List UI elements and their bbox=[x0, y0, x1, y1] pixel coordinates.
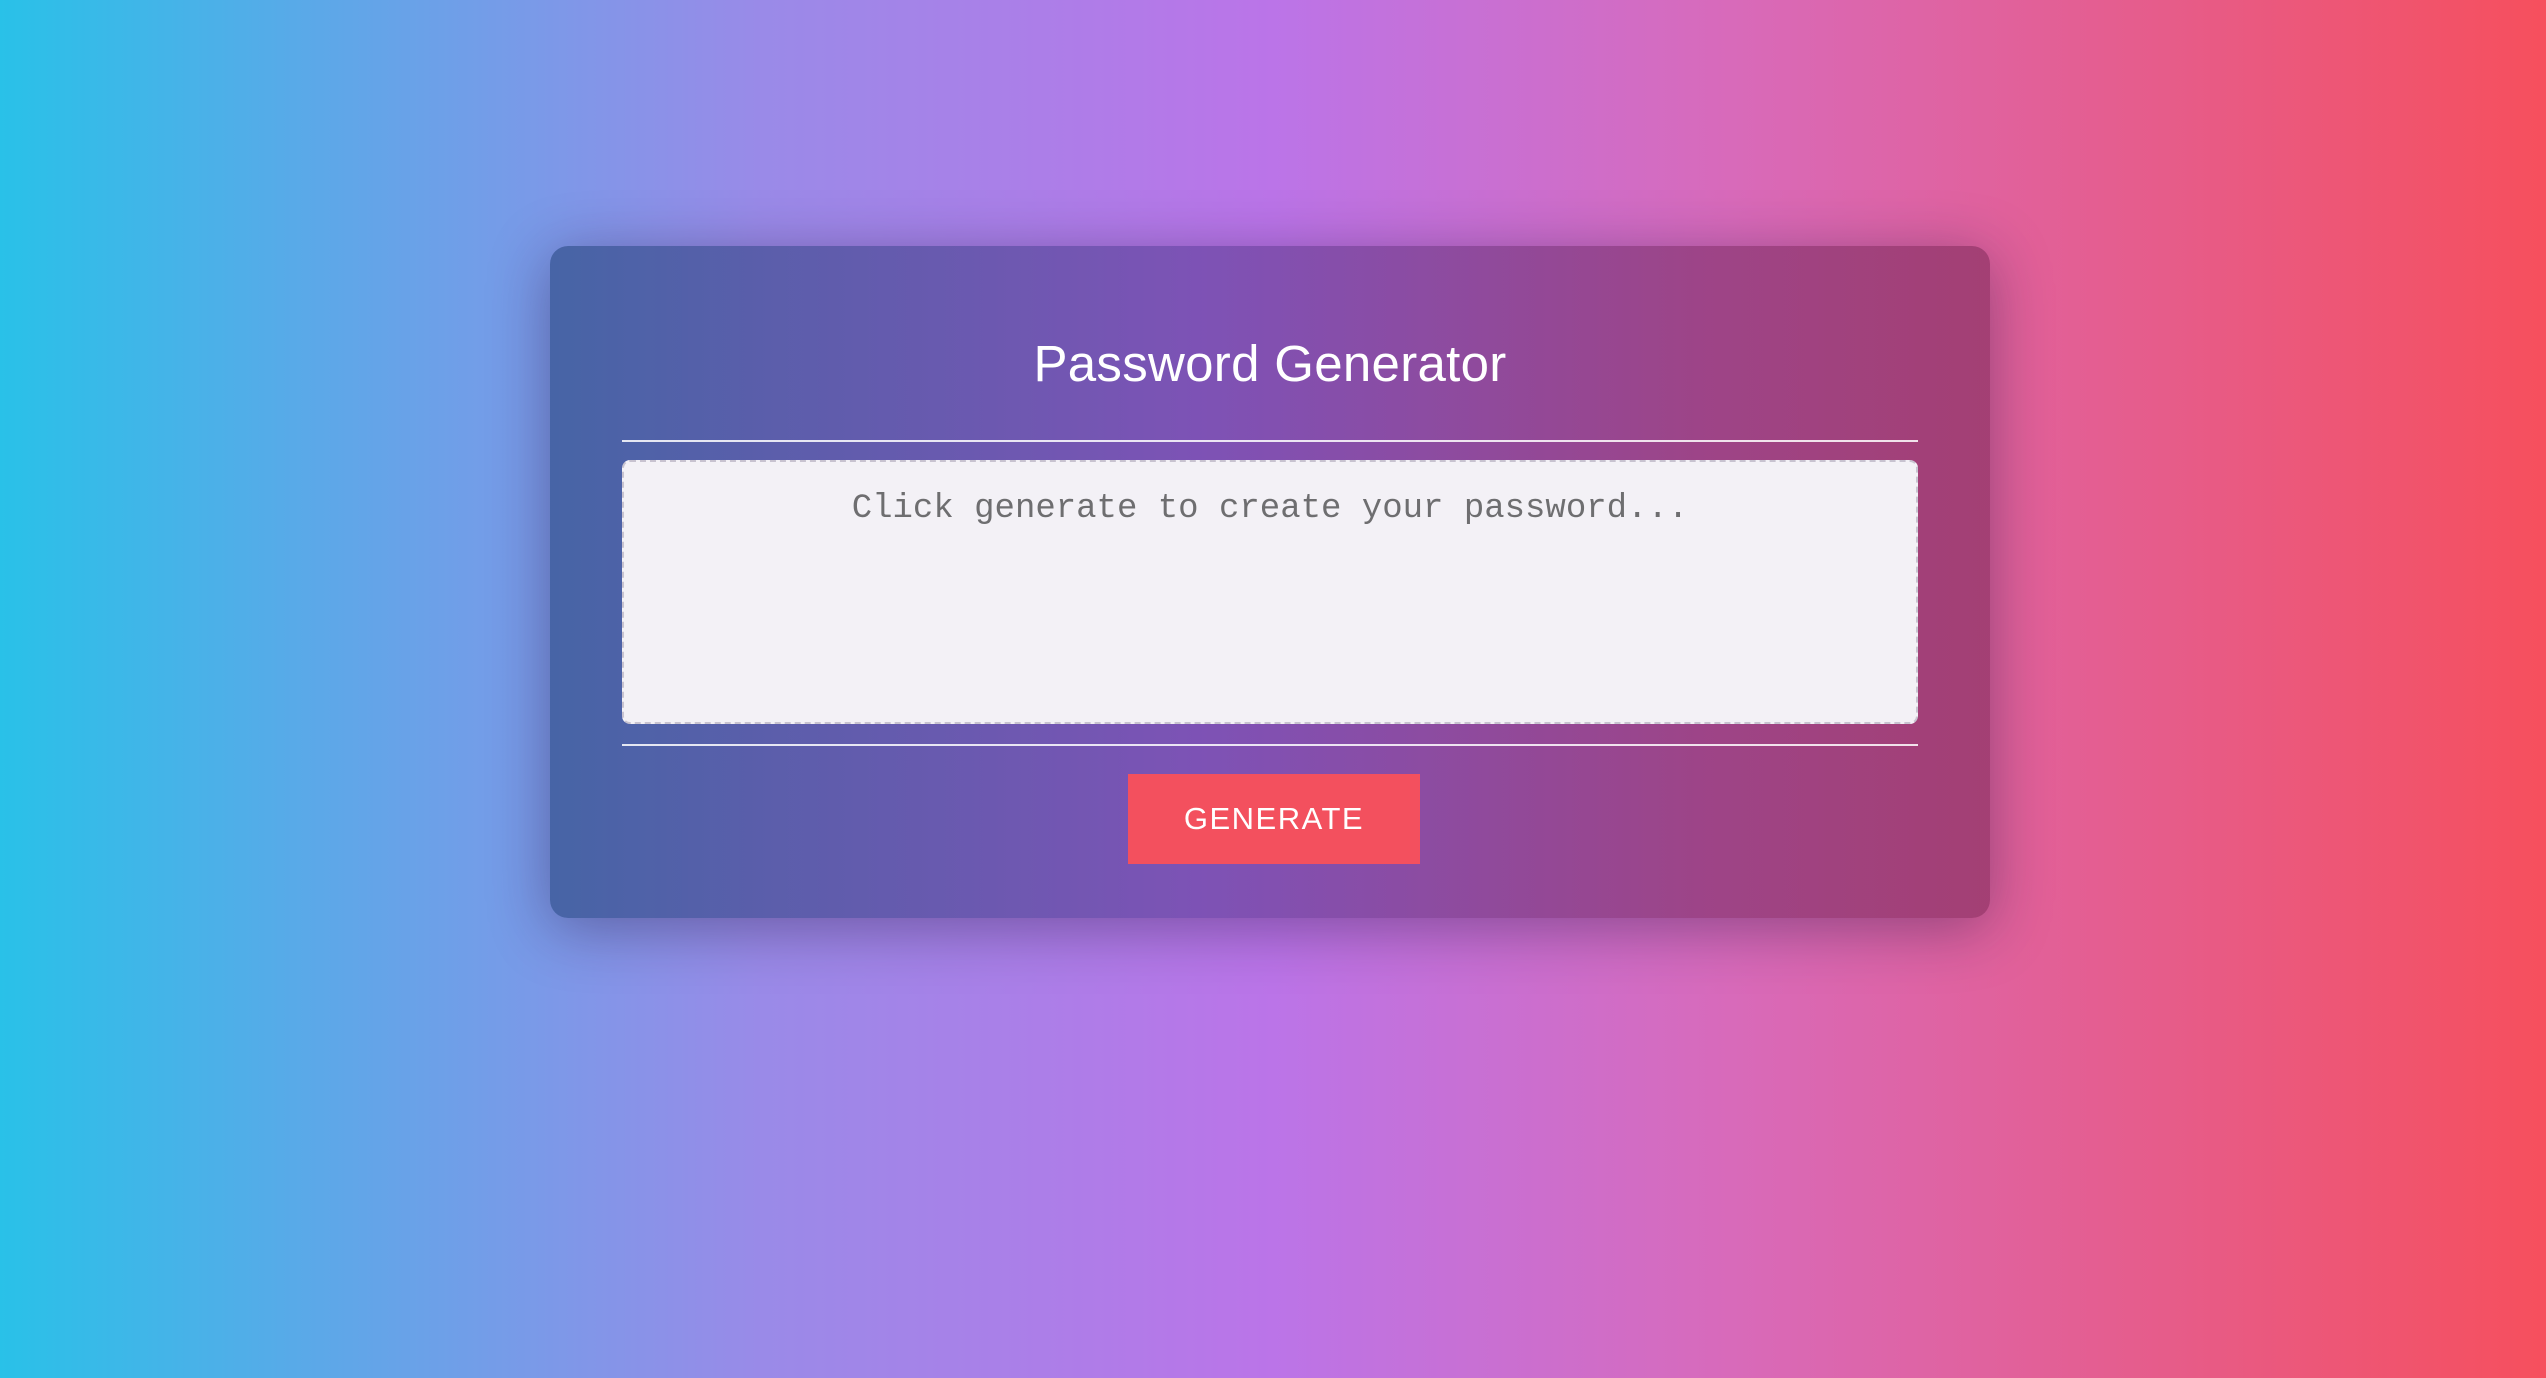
generate-button[interactable]: GENERATE bbox=[1128, 774, 1420, 864]
bottom-divider bbox=[622, 744, 1918, 746]
top-divider bbox=[622, 440, 1918, 442]
password-output-field[interactable] bbox=[622, 460, 1918, 724]
card-title: Password Generator bbox=[1033, 335, 1507, 392]
password-generator-card: Password Generator GENERATE bbox=[550, 246, 1990, 918]
